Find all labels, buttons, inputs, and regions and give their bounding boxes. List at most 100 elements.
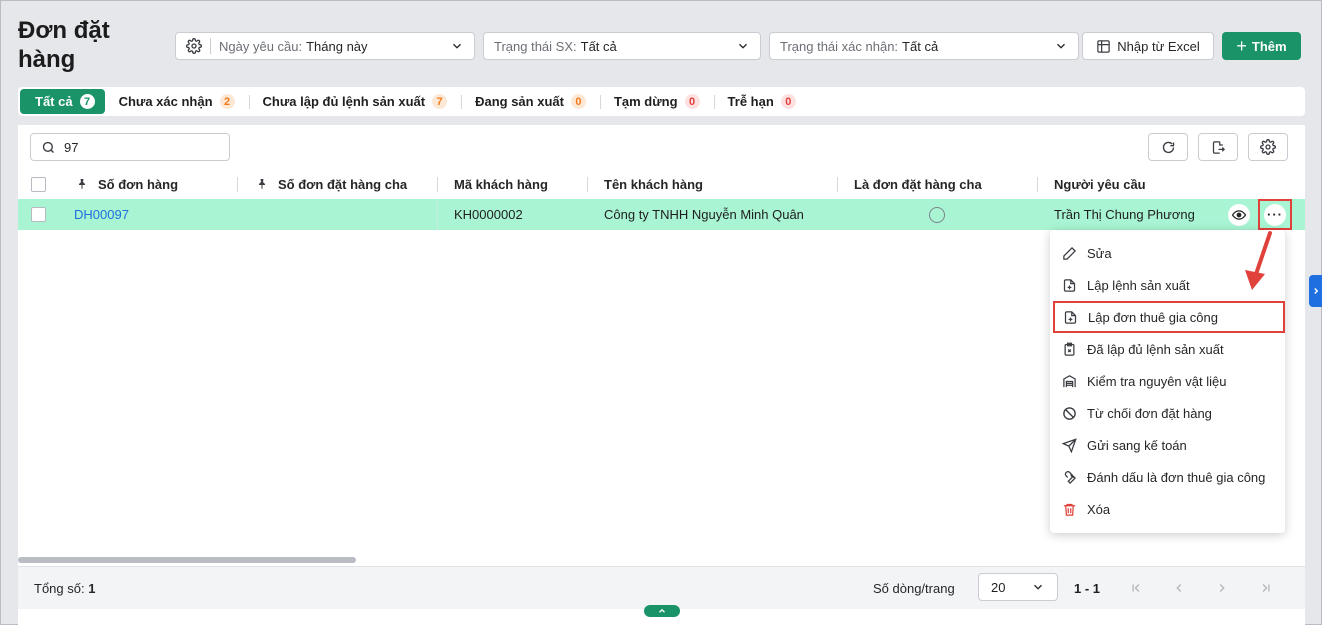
side-panel-toggle[interactable] xyxy=(1309,275,1322,307)
pin-icon xyxy=(79,179,85,189)
tab-label: Tạm dừng xyxy=(613,94,678,109)
column-divider xyxy=(837,177,838,192)
production-status-label: Trạng thái SX: xyxy=(494,38,577,54)
table-row[interactable]: DH00097 KH0000002 Công ty TNHH Nguyễn Mi… xyxy=(18,199,1305,230)
tab-all[interactable]: Tất cả 7 xyxy=(20,89,105,114)
is-parent-radio[interactable] xyxy=(929,199,945,230)
pencil-icon xyxy=(1063,246,1077,260)
menu-item-label: Lập lệnh sản xuất xyxy=(1087,277,1190,293)
date-filter-select[interactable]: Ngày yêu cầu: Tháng này xyxy=(175,32,475,60)
horizontal-scrollbar[interactable] xyxy=(18,557,356,563)
column-label: Tên khách hàng xyxy=(604,176,703,192)
file-plus-icon xyxy=(1064,310,1077,324)
menu-item-delete[interactable]: Xóa xyxy=(1050,493,1285,525)
tab-paused[interactable]: Tạm dừng 0 xyxy=(599,89,714,114)
confirm-status-select[interactable]: Trạng thái xác nhận: Tất cả xyxy=(769,32,1079,60)
excel-grid-icon xyxy=(1097,39,1111,53)
rows-per-page-label: Số dòng/trang xyxy=(873,581,955,596)
pin-icon xyxy=(259,179,265,189)
column-customer-name[interactable]: Tên khách hàng xyxy=(604,170,703,198)
production-status-select[interactable]: Trạng thái SX: Tất cả xyxy=(483,32,761,60)
rows-per-page-value: 20 xyxy=(991,579,1006,595)
last-page-button[interactable] xyxy=(1258,580,1274,596)
menu-item-mark-production-complete[interactable]: Đã lập đủ lệnh sản xuất xyxy=(1050,333,1285,365)
prev-page-button[interactable] xyxy=(1171,580,1187,596)
confirm-status-label: Trạng thái xác nhận: xyxy=(780,38,899,54)
collapse-panel-button[interactable] xyxy=(644,605,680,617)
add-button[interactable]: + Thêm xyxy=(1222,32,1301,60)
row-checkbox[interactable] xyxy=(31,199,46,230)
tab-unconfirmed[interactable]: Chưa xác nhận 2 xyxy=(105,89,249,114)
tab-label: Chưa xác nhận xyxy=(118,94,213,109)
menu-item-check-materials[interactable]: Kiểm tra nguyên vật liệu xyxy=(1050,365,1285,397)
menu-item-label: Kiểm tra nguyên vật liệu xyxy=(1087,373,1227,389)
ban-icon xyxy=(1063,406,1076,420)
search-box[interactable] xyxy=(30,133,230,161)
menu-item-reject-order[interactable]: Từ chối đơn đặt hàng xyxy=(1050,397,1285,429)
ellipsis-icon: ··· xyxy=(1264,203,1286,226)
total-count: Tổng số: 1 xyxy=(34,581,95,596)
eye-icon xyxy=(1232,210,1246,220)
chevron-right-icon xyxy=(1313,287,1318,295)
warehouse-icon xyxy=(1063,374,1076,387)
order-no-link[interactable]: DH00097 xyxy=(74,199,129,230)
import-excel-label: Nhập từ Excel xyxy=(1117,38,1200,54)
production-status-value: Tất cả xyxy=(580,38,617,54)
send-icon xyxy=(1062,437,1077,453)
chevron-down-icon xyxy=(453,43,461,49)
status-tabs: Tất cả 7 Chưa xác nhận 2 Chưa lập đủ lện… xyxy=(18,87,1305,116)
column-label: Số đơn hàng xyxy=(98,176,179,192)
view-button[interactable] xyxy=(1228,204,1250,226)
menu-item-send-to-accounting[interactable]: Gửi sang kế toán xyxy=(1050,429,1285,461)
column-parent-order-no[interactable]: Số đơn đặt hàng cha xyxy=(256,170,407,198)
file-plus-icon xyxy=(1063,278,1076,292)
more-actions-button[interactable]: ··· xyxy=(1258,199,1292,230)
chevron-down-icon xyxy=(739,43,747,49)
search-input[interactable] xyxy=(64,139,214,155)
confirm-status-value: Tất cả xyxy=(902,38,939,54)
column-label: Số đơn đặt hàng cha xyxy=(278,176,408,192)
gear-icon xyxy=(186,38,202,54)
page-title: Đơn đặt hàng xyxy=(18,17,110,73)
tab-count-badge: 0 xyxy=(570,94,586,109)
column-requester[interactable]: Người yêu cầu xyxy=(1054,170,1146,198)
tab-missing-production-orders[interactable]: Chưa lập đủ lệnh sản xuất 7 xyxy=(248,89,462,114)
menu-item-label: Gửi sang kế toán xyxy=(1087,437,1187,453)
column-order-no[interactable]: Số đơn hàng xyxy=(76,170,178,198)
refresh-icon xyxy=(1162,141,1174,153)
column-customer-code[interactable]: Mã khách hàng xyxy=(454,170,548,198)
chevron-down-icon xyxy=(1057,43,1065,49)
tab-in-production[interactable]: Đang sản xuất 0 xyxy=(461,89,600,114)
column-settings-button[interactable] xyxy=(1248,133,1288,161)
rows-per-page-select[interactable]: 20 xyxy=(978,573,1058,601)
tab-overdue[interactable]: Trễ hạn 0 xyxy=(713,89,810,114)
trash-icon xyxy=(1063,503,1076,516)
menu-item-create-outsourcing-order[interactable]: Lập đơn thuê gia công xyxy=(1053,301,1285,333)
select-all-checkbox[interactable] xyxy=(31,170,46,198)
checkbox-box xyxy=(31,207,46,222)
tab-count-badge: 2 xyxy=(219,94,235,109)
menu-item-mark-outsourcing[interactable]: Đánh dấu là đơn thuê gia công xyxy=(1050,461,1285,493)
first-page-button[interactable] xyxy=(1128,580,1144,596)
column-is-parent[interactable]: Là đơn đặt hàng cha xyxy=(854,170,982,198)
search-icon xyxy=(42,141,54,153)
export-button[interactable] xyxy=(1198,133,1238,161)
requester-cell: Trần Thị Chung Phương xyxy=(1054,207,1195,222)
last-page-icon xyxy=(1262,584,1270,592)
table-footer: Tổng số: 1 Số dòng/trang 20 1 - 1 xyxy=(18,566,1305,609)
chevron-right-icon xyxy=(1219,584,1225,592)
tab-label: Trễ hạn xyxy=(727,94,774,109)
refresh-button[interactable] xyxy=(1148,133,1188,161)
date-filter-value: Tháng này xyxy=(306,38,368,54)
tab-count-badge: 7 xyxy=(79,94,95,109)
tab-count-badge: 7 xyxy=(432,94,448,109)
tab-label: Đang sản xuất xyxy=(475,94,564,109)
customer-name-cell: Công ty TNHH Nguyễn Minh Quân xyxy=(604,207,804,222)
column-label: Mã khách hàng xyxy=(454,176,548,192)
chevron-down-icon xyxy=(1034,584,1042,590)
column-label: Người yêu cầu xyxy=(1054,176,1146,192)
menu-item-label: Từ chối đơn đặt hàng xyxy=(1087,405,1212,421)
next-page-button[interactable] xyxy=(1214,580,1230,596)
import-excel-button[interactable]: Nhập từ Excel xyxy=(1082,32,1214,60)
tab-count-badge: 0 xyxy=(684,94,700,109)
